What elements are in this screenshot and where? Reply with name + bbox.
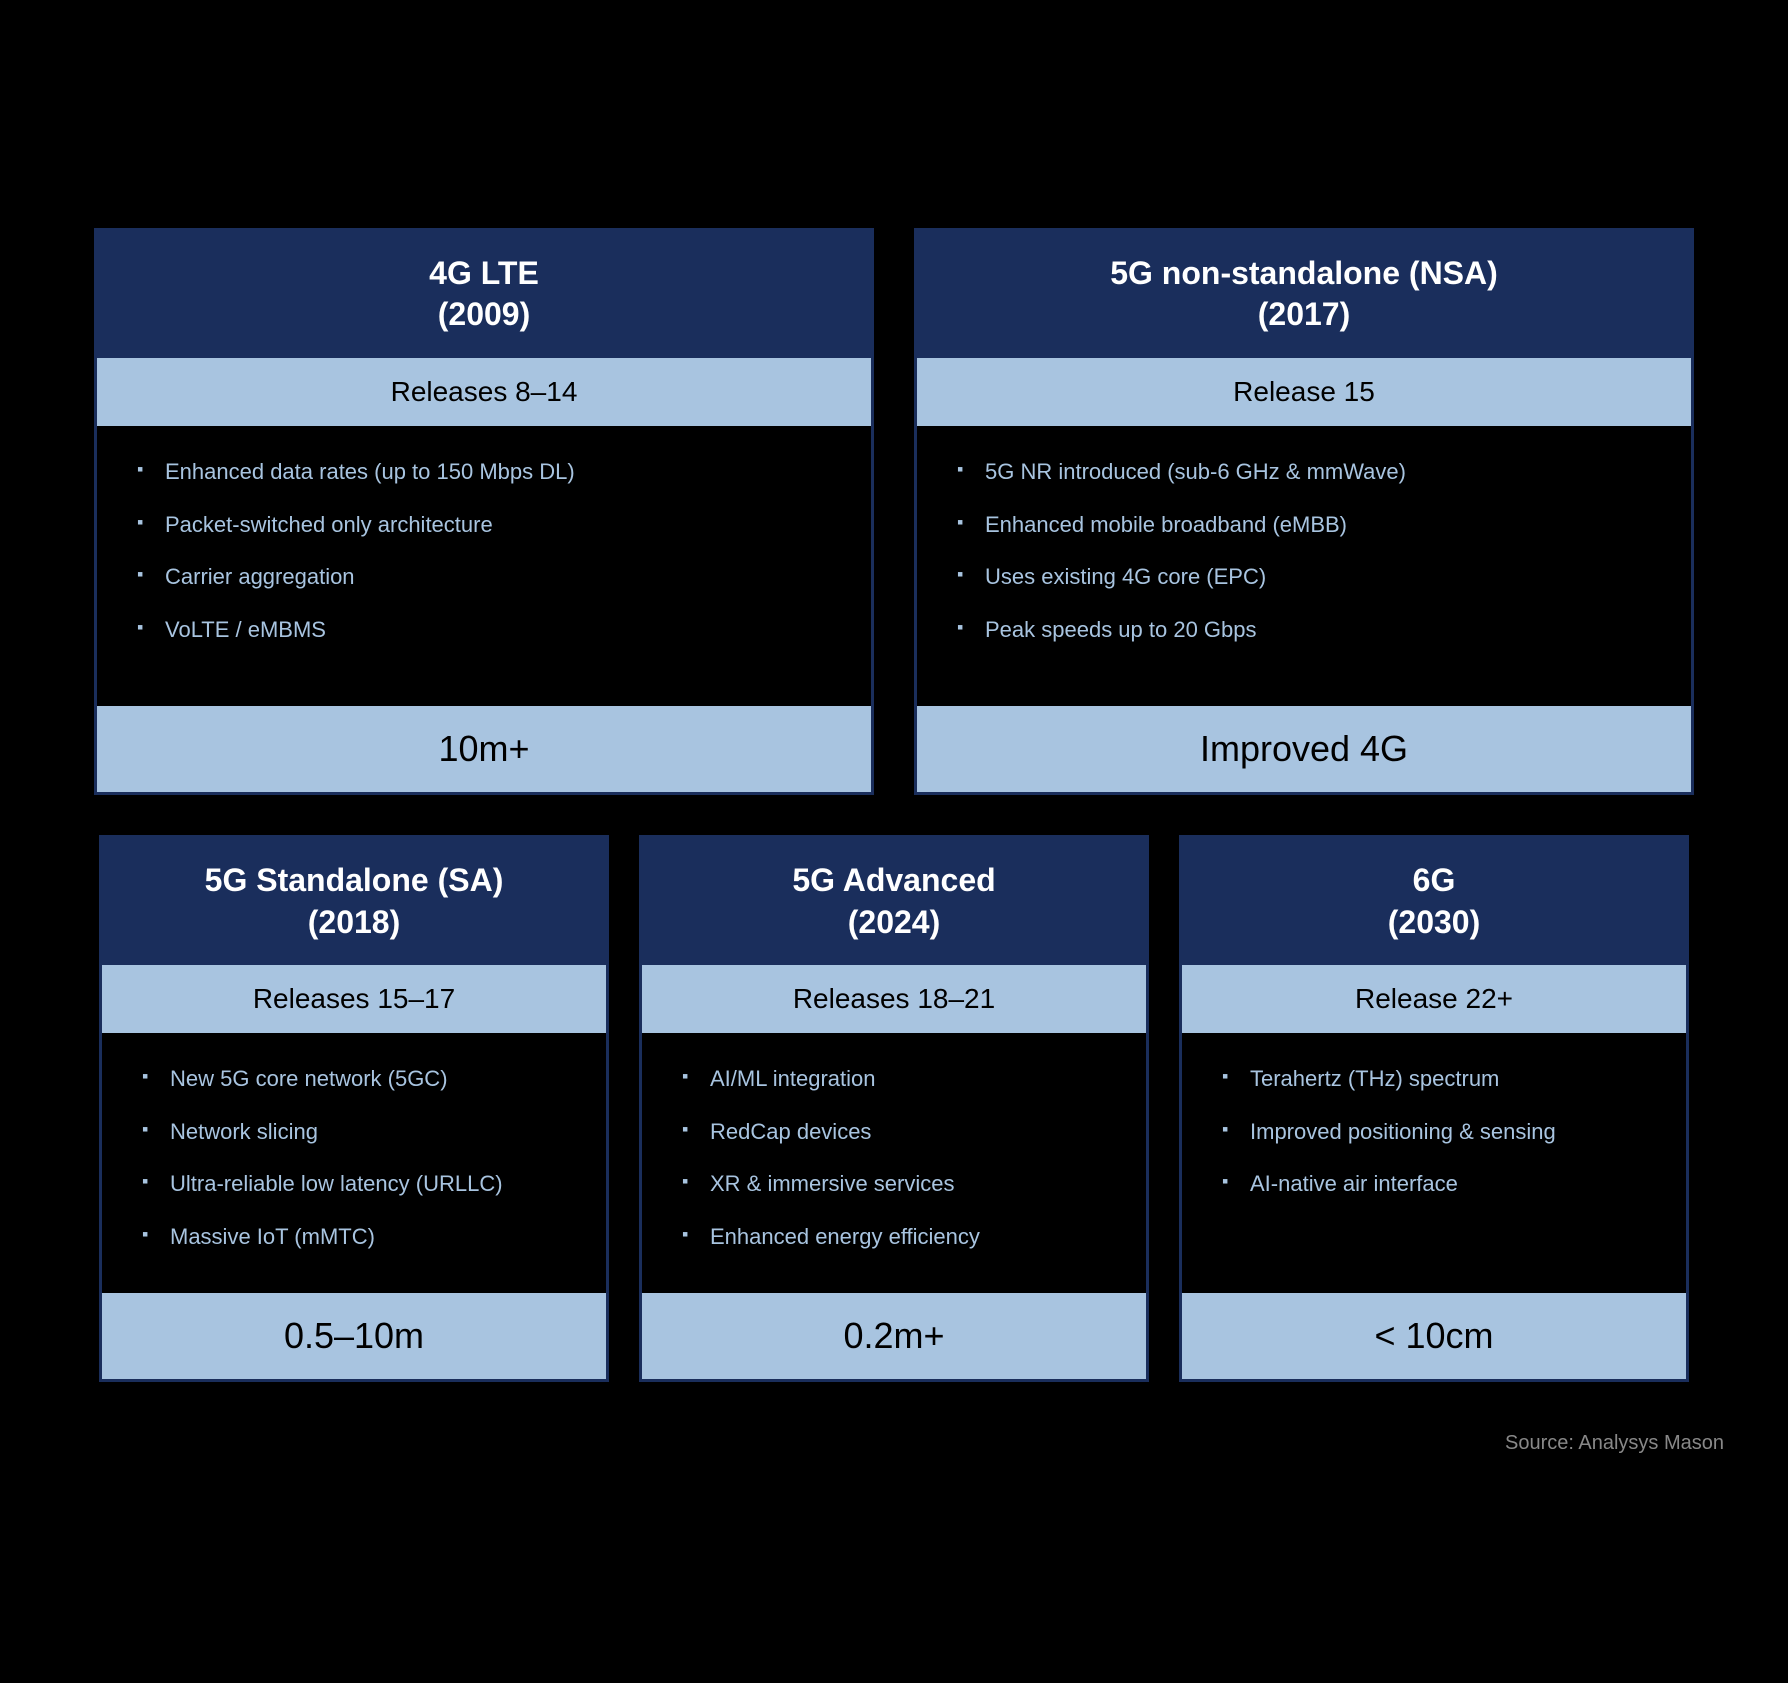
card-6g-release: Release 22+ — [1182, 965, 1686, 1033]
bullet-item: 5G NR introduced (sub-6 GHz & mmWave) — [957, 446, 1651, 499]
bullet-item: XR & immersive services — [682, 1158, 1106, 1211]
card-5g-advanced-release: Releases 18–21 — [642, 965, 1146, 1033]
card-5g-sa-title: 5G Standalone (SA) (2018) — [205, 862, 504, 940]
bullet-item: Terahertz (THz) spectrum — [1222, 1053, 1646, 1106]
card-6g-title: 6G (2030) — [1388, 862, 1481, 940]
card-5g-nsa-bullets: 5G NR introduced (sub-6 GHz & mmWave) En… — [957, 446, 1651, 656]
card-5g-nsa-footer: Improved 4G — [917, 706, 1691, 792]
bullet-item: VoLTE / eMBMS — [137, 604, 831, 657]
bullet-item: Carrier aggregation — [137, 551, 831, 604]
card-5g-nsa-body: 5G NR introduced (sub-6 GHz & mmWave) En… — [917, 426, 1691, 706]
bullet-item: Ultra-reliable low latency (URLLC) — [142, 1158, 566, 1211]
card-4g-lte-body: Enhanced data rates (up to 150 Mbps DL) … — [97, 426, 871, 706]
card-5g-advanced-header: 5G Advanced (2024) — [642, 838, 1146, 965]
bullet-item: Uses existing 4G core (EPC) — [957, 551, 1651, 604]
card-6g-bullets: Terahertz (THz) spectrum Improved positi… — [1222, 1053, 1646, 1211]
card-6g-footer: < 10cm — [1182, 1293, 1686, 1379]
card-4g-lte-footer: 10m+ — [97, 706, 871, 792]
bullet-item: Enhanced mobile broadband (eMBB) — [957, 499, 1651, 552]
card-5g-advanced-body: AI/ML integration RedCap devices XR & im… — [642, 1033, 1146, 1293]
card-4g-lte-release: Releases 8–14 — [97, 358, 871, 426]
bullet-item: Network slicing — [142, 1106, 566, 1159]
card-6g: 6G (2030) Release 22+ Terahertz (THz) sp… — [1179, 835, 1689, 1382]
card-5g-sa-body: New 5G core network (5GC) Network slicin… — [102, 1033, 606, 1293]
bottom-row: 5G Standalone (SA) (2018) Releases 15–17… — [44, 835, 1744, 1382]
card-5g-nsa-header: 5G non-standalone (NSA) (2017) — [917, 231, 1691, 358]
source-text: Source: Analysys Mason — [44, 1432, 1744, 1455]
top-row: 4G LTE (2009) Releases 8–14 Enhanced dat… — [44, 228, 1744, 795]
card-4g-lte-title: 4G LTE (2009) — [429, 255, 539, 333]
card-5g-sa-bullets: New 5G core network (5GC) Network slicin… — [142, 1053, 566, 1263]
card-5g-sa-release: Releases 15–17 — [102, 965, 606, 1033]
bullet-item: Enhanced energy efficiency — [682, 1211, 1106, 1264]
card-5g-sa-header: 5G Standalone (SA) (2018) — [102, 838, 606, 965]
card-5g-advanced-bullets: AI/ML integration RedCap devices XR & im… — [682, 1053, 1106, 1263]
card-5g-advanced-title: 5G Advanced (2024) — [792, 862, 995, 940]
bullet-item: New 5G core network (5GC) — [142, 1053, 566, 1106]
card-5g-nsa-title: 5G non-standalone (NSA) (2017) — [1110, 255, 1498, 333]
card-6g-header: 6G (2030) — [1182, 838, 1686, 965]
card-5g-advanced-footer: 0.2m+ — [642, 1293, 1146, 1379]
card-6g-body: Terahertz (THz) spectrum Improved positi… — [1182, 1033, 1686, 1293]
card-4g-lte: 4G LTE (2009) Releases 8–14 Enhanced dat… — [94, 228, 874, 795]
bullet-item: RedCap devices — [682, 1106, 1106, 1159]
bullet-item: Enhanced data rates (up to 150 Mbps DL) — [137, 446, 831, 499]
bullet-item: Massive IoT (mMTC) — [142, 1211, 566, 1264]
card-5g-advanced: 5G Advanced (2024) Releases 18–21 AI/ML … — [639, 835, 1149, 1382]
card-5g-nsa-release: Release 15 — [917, 358, 1691, 426]
card-4g-lte-header: 4G LTE (2009) — [97, 231, 871, 358]
card-5g-sa-footer: 0.5–10m — [102, 1293, 606, 1379]
bullet-item: Packet-switched only architecture — [137, 499, 831, 552]
bullet-item: AI/ML integration — [682, 1053, 1106, 1106]
bullet-item: Peak speeds up to 20 Gbps — [957, 604, 1651, 657]
card-5g-sa: 5G Standalone (SA) (2018) Releases 15–17… — [99, 835, 609, 1382]
card-5g-nsa: 5G non-standalone (NSA) (2017) Release 1… — [914, 228, 1694, 795]
main-container: 4G LTE (2009) Releases 8–14 Enhanced dat… — [44, 228, 1744, 1455]
bullet-item: AI-native air interface — [1222, 1158, 1646, 1211]
card-4g-lte-bullets: Enhanced data rates (up to 150 Mbps DL) … — [137, 446, 831, 656]
bullet-item: Improved positioning & sensing — [1222, 1106, 1646, 1159]
